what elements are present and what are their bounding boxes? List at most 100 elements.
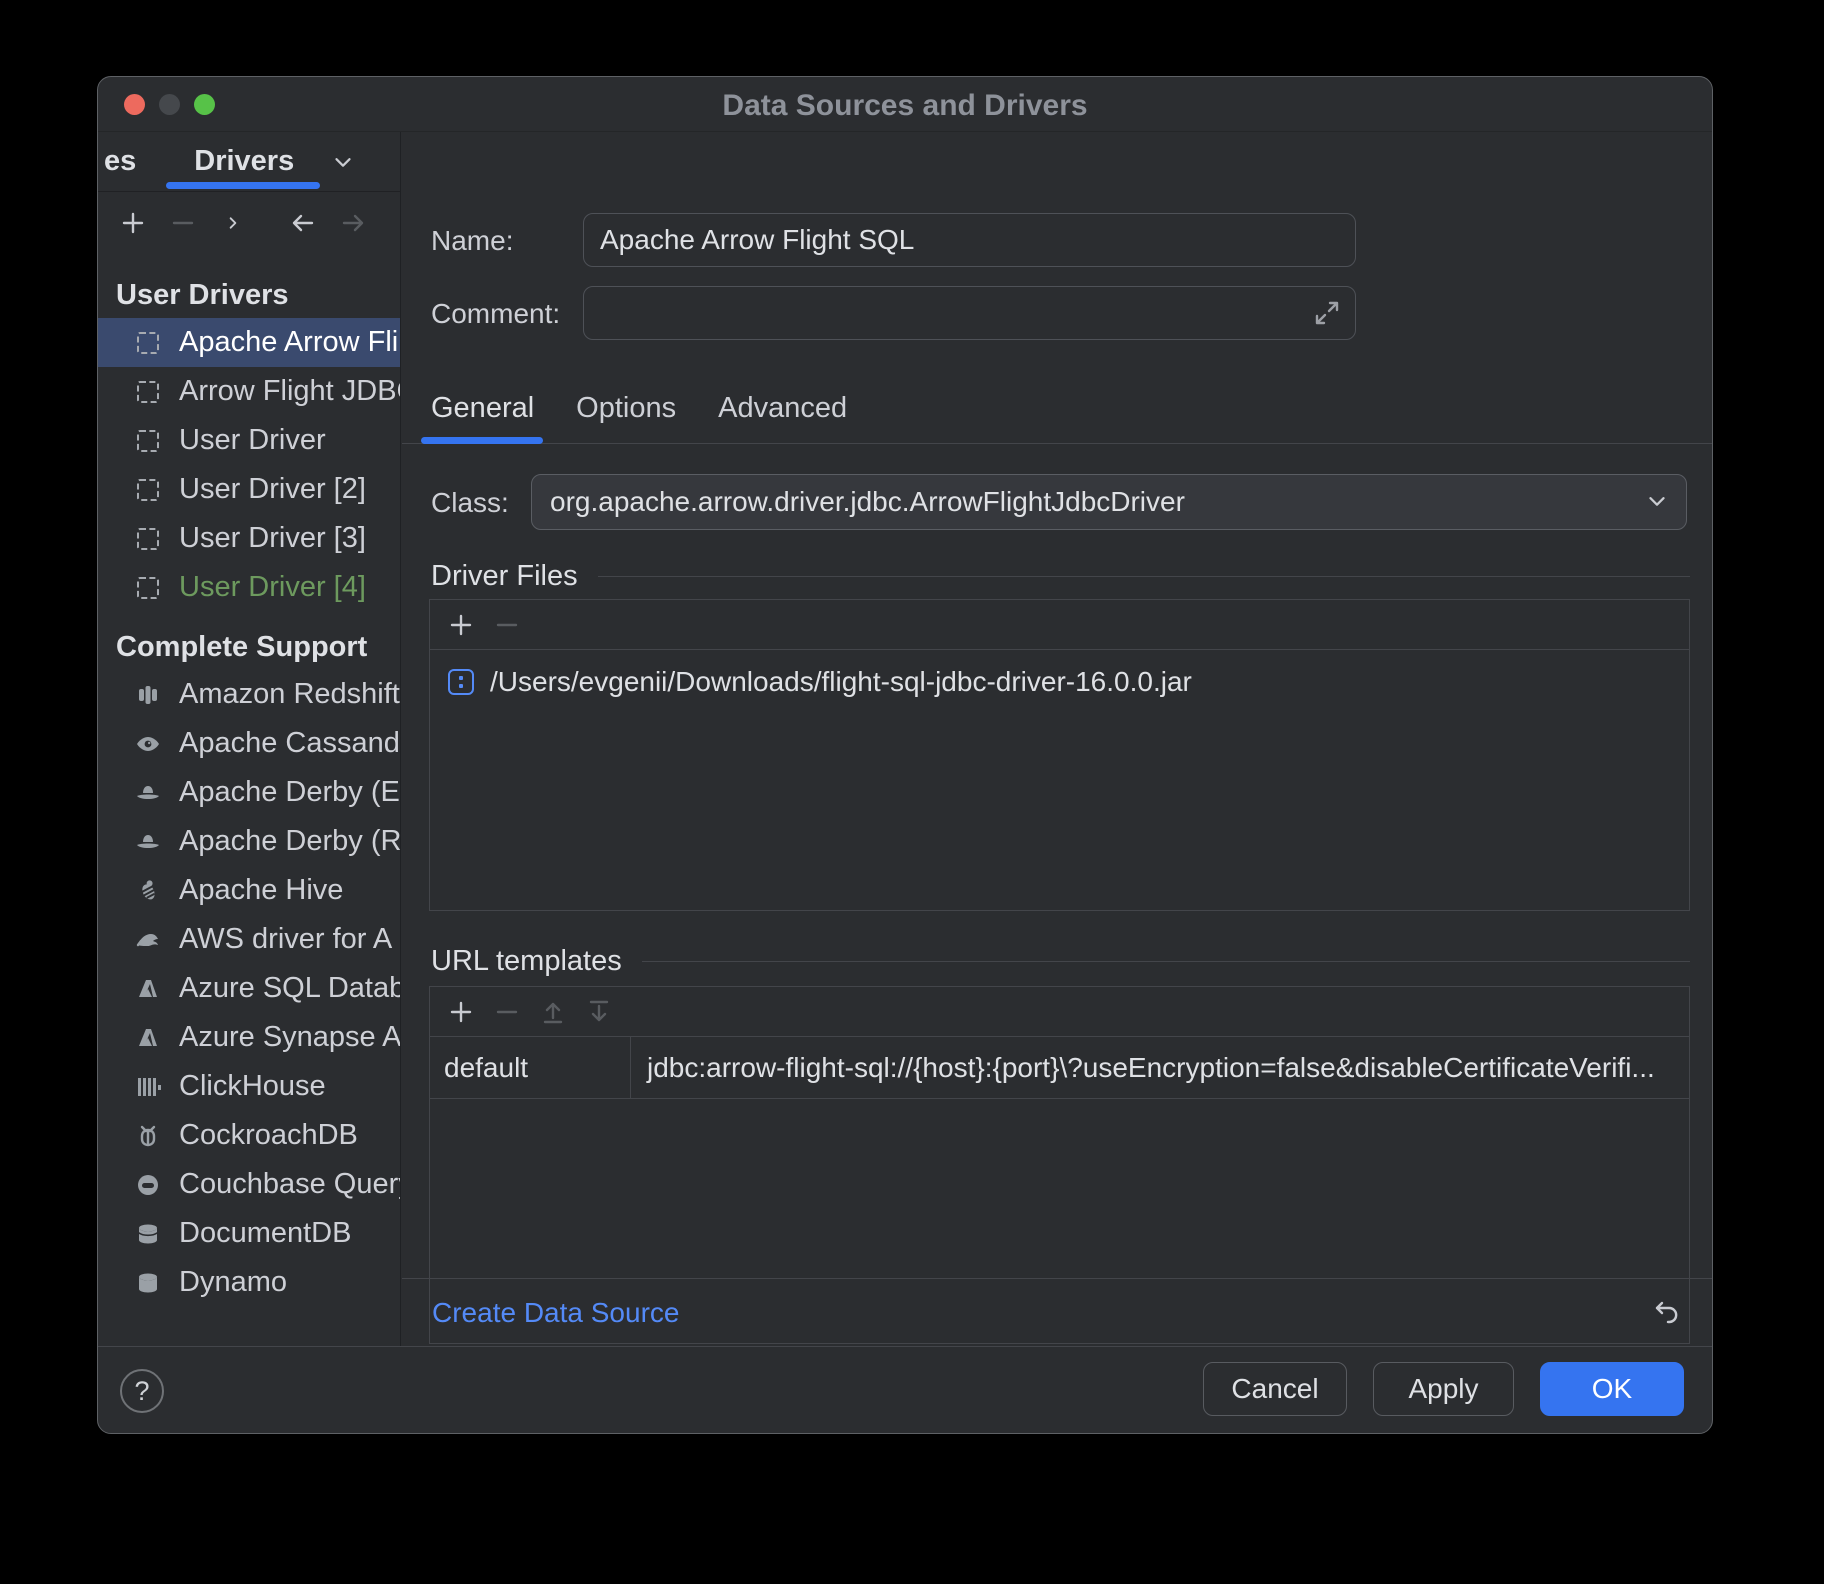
tree-item[interactable]: Apache Hive xyxy=(98,866,400,915)
tree-item[interactable]: Apache Derby (R xyxy=(98,817,400,866)
tree-item[interactable]: User Driver [3] xyxy=(98,514,400,563)
tree-item[interactable]: Apache Arrow Fli xyxy=(98,318,400,367)
tree-item-label: Azure SQL Datab xyxy=(179,972,400,1005)
tree-item-label: Apache Cassandr xyxy=(179,727,400,760)
azure-icon xyxy=(134,1024,162,1052)
tree-item-label: Arrow Flight JDBC xyxy=(179,375,400,408)
chevron-down-icon xyxy=(1644,488,1670,514)
tree-item[interactable]: DocumentDB xyxy=(98,1209,400,1258)
tree-item[interactable]: User Driver xyxy=(98,416,400,465)
tree-item[interactable]: Couchbase Query xyxy=(98,1160,400,1209)
url-template-value[interactable]: jdbc:arrow-flight-sql://{host}:{port}\?u… xyxy=(631,1037,1689,1098)
tree-item-label: Apache Derby (E xyxy=(179,776,400,809)
move-up-button[interactable] xyxy=(538,997,568,1027)
tree-item[interactable]: Arrow Flight JDBC xyxy=(98,367,400,416)
tree-item[interactable]: Amazon Redshift xyxy=(98,670,400,719)
data-sources-dialog: Data Sources and Drivers es Drivers User… xyxy=(97,76,1713,1434)
undo-icon[interactable] xyxy=(1652,1298,1682,1328)
class-label: Class: xyxy=(431,487,509,519)
driver-file-row[interactable]: /Users/evgenii/Downloads/flight-sql-jdbc… xyxy=(430,650,1689,698)
help-button[interactable]: ? xyxy=(120,1369,164,1413)
tree-item[interactable]: Apache Cassandr xyxy=(98,719,400,768)
couchbase-icon xyxy=(134,1171,162,1199)
url-templates-toolbar xyxy=(430,987,1689,1037)
form-tab-bar: General Options Advanced xyxy=(431,392,847,425)
user-driver-icon xyxy=(134,427,162,455)
name-label: Name: xyxy=(431,225,513,257)
window-title: Data Sources and Drivers xyxy=(98,89,1712,123)
more-actions-button[interactable] xyxy=(218,208,248,238)
name-value: Apache Arrow Flight SQL xyxy=(600,224,914,256)
driver-file-path: /Users/evgenii/Downloads/flight-sql-jdbc… xyxy=(490,666,1192,698)
tree-item-label: ClickHouse xyxy=(179,1070,326,1103)
url-templates-title: URL templates xyxy=(431,945,1690,978)
remove-file-button[interactable] xyxy=(492,610,522,640)
tab-data-sources[interactable]: es xyxy=(104,145,136,178)
url-template-row[interactable]: default jdbc:arrow-flight-sql://{host}:{… xyxy=(430,1037,1689,1099)
tree-item-label: User Driver [4] xyxy=(179,571,366,604)
user-driver-icon xyxy=(134,378,162,406)
driver-tree: User DriversApache Arrow Fli Arrow Flight… xyxy=(98,254,400,1307)
comment-label: Comment: xyxy=(431,298,560,330)
cancel-button[interactable]: Cancel xyxy=(1203,1362,1347,1416)
dynamo-icon xyxy=(134,1269,162,1297)
driver-form: Name: Apache Arrow Flight SQL Comment: G… xyxy=(402,132,1712,1278)
class-select[interactable]: org.apache.arrow.driver.jdbc.ArrowFlight… xyxy=(531,474,1687,530)
tree-item[interactable]: Azure Synapse A xyxy=(98,1013,400,1062)
chevron-down-icon[interactable] xyxy=(330,149,356,175)
tree-item[interactable]: Apache Derby (E xyxy=(98,768,400,817)
back-button[interactable] xyxy=(288,208,318,238)
tree-item-label: CockroachDB xyxy=(179,1119,358,1152)
tree-item[interactable]: ClickHouse xyxy=(98,1062,400,1111)
active-tab-underline xyxy=(166,182,320,189)
cockroach-icon xyxy=(134,1122,162,1150)
url-template-name[interactable]: default xyxy=(430,1037,631,1098)
sidebar-toolbar xyxy=(98,192,400,254)
tree-item[interactable]: Azure SQL Datab xyxy=(98,964,400,1013)
forward-button[interactable] xyxy=(338,208,368,238)
add-file-button[interactable] xyxy=(446,610,476,640)
tab-advanced[interactable]: Advanced xyxy=(718,392,847,425)
derby-icon xyxy=(134,828,162,856)
sidebar: es Drivers User DriversApache Arrow Fli A… xyxy=(98,132,401,1346)
active-form-tab-underline xyxy=(421,437,543,444)
dolphin-icon xyxy=(134,926,162,954)
cassandra-icon xyxy=(134,730,162,758)
tree-item-label: Amazon Redshift xyxy=(179,678,400,711)
tree-item-label: User Driver xyxy=(179,424,326,457)
add-driver-button[interactable] xyxy=(118,208,148,238)
redshift-icon xyxy=(134,681,162,709)
move-down-button[interactable] xyxy=(584,997,614,1027)
tree-item[interactable]: CockroachDB xyxy=(98,1111,400,1160)
comment-input[interactable] xyxy=(583,286,1356,340)
driver-files-box: /Users/evgenii/Downloads/flight-sql-jdbc… xyxy=(429,599,1690,911)
tree-item-label: Apache Derby (R xyxy=(179,825,400,858)
create-data-source-link[interactable]: Create Data Source xyxy=(432,1297,679,1329)
tree-section-header: User Drivers xyxy=(98,272,400,318)
expand-icon[interactable] xyxy=(1313,299,1341,327)
user-driver-icon xyxy=(134,329,162,357)
azure-icon xyxy=(134,975,162,1003)
create-data-source-row: Create Data Source xyxy=(402,1278,1712,1346)
driver-files-toolbar xyxy=(430,600,1689,650)
remove-driver-button[interactable] xyxy=(168,208,198,238)
clickhouse-icon xyxy=(134,1073,162,1101)
tab-drivers[interactable]: Drivers xyxy=(194,145,294,178)
apply-button[interactable]: Apply xyxy=(1373,1362,1514,1416)
tree-item[interactable]: User Driver [2] xyxy=(98,465,400,514)
user-driver-icon xyxy=(134,525,162,553)
tree-item[interactable]: User Driver [4] xyxy=(98,563,400,612)
remove-template-button[interactable] xyxy=(492,997,522,1027)
titlebar[interactable]: Data Sources and Drivers xyxy=(98,77,1712,132)
tree-section-header: Complete Support xyxy=(98,624,400,670)
tree-item-label: AWS driver for A xyxy=(179,923,392,956)
tab-options[interactable]: Options xyxy=(576,392,676,425)
class-value: org.apache.arrow.driver.jdbc.ArrowFlight… xyxy=(550,486,1185,518)
name-input[interactable]: Apache Arrow Flight SQL xyxy=(583,213,1356,267)
ok-button[interactable]: OK xyxy=(1540,1362,1684,1416)
tree-item[interactable]: AWS driver for A xyxy=(98,915,400,964)
tree-item[interactable]: Dynamo xyxy=(98,1258,400,1307)
user-driver-icon xyxy=(134,476,162,504)
tab-general[interactable]: General xyxy=(431,392,534,425)
add-template-button[interactable] xyxy=(446,997,476,1027)
